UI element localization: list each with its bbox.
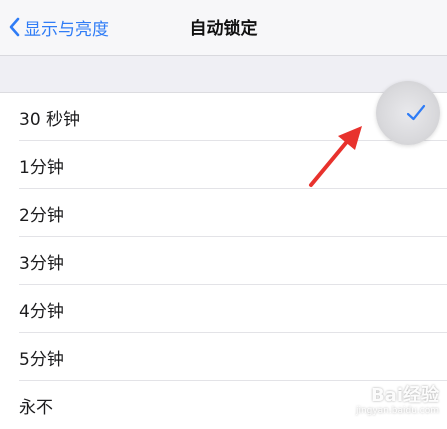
option-label: 30 秒钟 [19, 109, 81, 130]
red-arrow-icon [309, 126, 362, 187]
option-label: 1分钟 [19, 157, 64, 178]
option-label: 2分钟 [19, 205, 64, 226]
option-1-minute[interactable]: 1分钟 [0, 141, 447, 189]
option-label: 3分钟 [19, 253, 64, 274]
auto-lock-options-list: 30 秒钟 1分钟 2分钟 3分钟 4分钟 5分钟 永不 [0, 92, 447, 429]
option-label: 永不 [19, 397, 53, 418]
page-title: 自动锁定 [189, 19, 258, 39]
option-2-minutes[interactable]: 2分钟 [0, 189, 447, 237]
checkmark-icon [406, 104, 426, 121]
option-5-minutes[interactable]: 5分钟 [0, 333, 447, 381]
option-label: 4分钟 [19, 301, 64, 322]
watermark-brand: Bai经验 [370, 385, 439, 406]
watermark-url: jingyan.baidu.com [355, 406, 439, 416]
navigation-bar: 显示与亮度 自动锁定 [0, 0, 447, 56]
section-gap [0, 56, 447, 92]
option-label: 5分钟 [19, 349, 64, 370]
option-4-minutes[interactable]: 4分钟 [0, 285, 447, 333]
watermark: Bai经验 jingyan.baidu.com [356, 387, 439, 416]
option-3-minutes[interactable]: 3分钟 [0, 237, 447, 285]
